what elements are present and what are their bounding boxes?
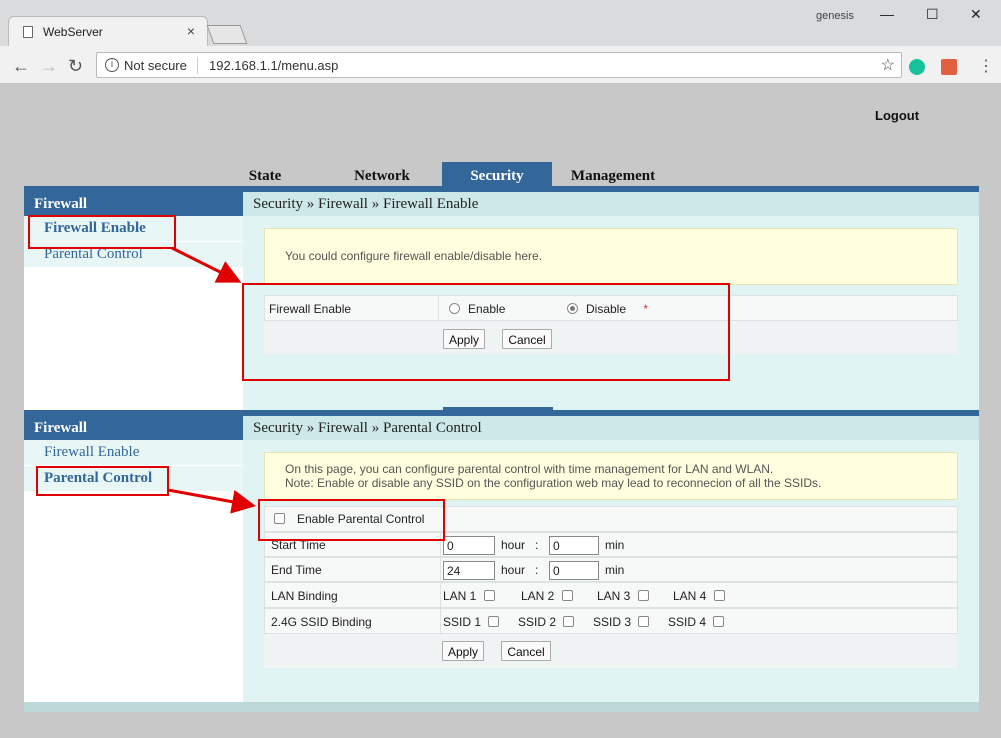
- maximize-icon[interactable]: ☐: [926, 6, 939, 23]
- lan-1-label: LAN 1: [443, 589, 477, 603]
- lan-1-checkbox[interactable]: [483, 590, 495, 601]
- minimize-icon[interactable]: —: [880, 6, 894, 22]
- info-icon[interactable]: i: [105, 58, 119, 72]
- url-text[interactable]: 192.168.1.1/menu.asp: [209, 58, 338, 73]
- breadcrumb: Security » Firewall » Parental Control: [243, 416, 979, 440]
- lan-3-option[interactable]: LAN 3: [597, 583, 649, 607]
- lan-2-label: LAN 2: [521, 589, 555, 603]
- end-colon: :: [535, 563, 539, 577]
- side-menu-title: Firewall: [24, 192, 243, 216]
- start-hour-input[interactable]: 0: [443, 536, 495, 555]
- annotation-box-enable-parental: [258, 499, 445, 541]
- start-min-unit: min: [605, 538, 625, 552]
- logout-link[interactable]: Logout: [875, 108, 919, 123]
- ssid-1-checkbox[interactable]: [488, 616, 500, 627]
- browser-toolbar: ← → ↻ i Not secure 192.168.1.1/menu.asp …: [0, 46, 1001, 84]
- note-text: You could configure firewall enable/disa…: [285, 249, 543, 263]
- lan-1-option[interactable]: LAN 1: [443, 583, 495, 607]
- ssid-3-option[interactable]: SSID 3: [593, 609, 650, 633]
- profile-name[interactable]: genesis: [816, 10, 854, 22]
- info-note: You could configure firewall enable/disa…: [264, 228, 958, 285]
- lan-3-checkbox[interactable]: [637, 590, 649, 601]
- lan-4-checkbox[interactable]: [713, 590, 725, 601]
- panel-bottom-bar: [24, 702, 979, 712]
- ssid-4-option[interactable]: SSID 4: [668, 609, 725, 633]
- ssid-1-option[interactable]: SSID 1: [443, 609, 500, 633]
- grammarly-icon[interactable]: [909, 59, 925, 75]
- button-row: [264, 634, 958, 668]
- tab-state[interactable]: State: [222, 162, 308, 188]
- document-icon: [23, 26, 33, 38]
- reload-icon[interactable]: ↻: [68, 56, 83, 77]
- address-bar[interactable]: i Not secure 192.168.1.1/menu.asp ☆: [96, 52, 902, 78]
- bookmark-star-icon[interactable]: ☆: [881, 55, 895, 75]
- lan-binding-row: LAN Binding LAN 1 LAN 2 LAN 3 LAN 4: [264, 582, 958, 608]
- browser-tab[interactable]: WebServer ×: [8, 16, 208, 46]
- start-colon: :: [535, 538, 539, 552]
- ssid-binding-row: 2.4G SSID Binding SSID 1 SSID 2 SSID 3 S…: [264, 608, 958, 634]
- lan-2-option[interactable]: LAN 2: [521, 583, 573, 607]
- lan-3-label: LAN 3: [597, 589, 631, 603]
- annotation-box-firewall-settings: [242, 283, 730, 381]
- lan-2-checkbox[interactable]: [561, 590, 573, 601]
- breadcrumb: Security » Firewall » Firewall Enable: [243, 192, 979, 216]
- close-tab-icon[interactable]: ×: [187, 23, 195, 39]
- divider: [197, 57, 198, 74]
- ssid-2-option[interactable]: SSID 2: [518, 609, 575, 633]
- note-line-1: On this page, you can configure parental…: [285, 462, 774, 476]
- forward-icon[interactable]: →: [40, 56, 58, 77]
- title-bar: WebServer × genesis — ☐ ✕: [0, 0, 1001, 46]
- lan-binding-label: LAN Binding: [271, 583, 441, 607]
- ssid-3-label: SSID 3: [593, 615, 632, 629]
- side-item-firewall-enable[interactable]: Firewall Enable: [24, 440, 243, 466]
- menu-icon[interactable]: ⋮: [978, 56, 994, 76]
- tab-title: WebServer: [43, 25, 103, 39]
- back-icon[interactable]: ←: [12, 56, 30, 77]
- ssid-2-label: SSID 2: [518, 615, 557, 629]
- end-min-unit: min: [605, 563, 625, 577]
- tab-network[interactable]: Network: [332, 162, 432, 188]
- end-min-input[interactable]: 0: [549, 561, 599, 580]
- note-label: Note:: [285, 476, 314, 490]
- end-hour-unit: hour: [501, 563, 526, 577]
- side-menu-title: Firewall: [24, 416, 243, 440]
- ssid-1-label: SSID 1: [443, 615, 482, 629]
- ssid-4-checkbox[interactable]: [713, 616, 725, 627]
- apply-button[interactable]: Apply: [442, 641, 484, 661]
- tab-security[interactable]: Security: [442, 162, 552, 188]
- lan-4-label: LAN 4: [673, 589, 707, 603]
- end-time-row: End Time 24 hour : 0 min: [264, 557, 958, 582]
- note-line-2: Enable or disable any SSID on the config…: [317, 476, 822, 490]
- close-window-icon[interactable]: ✕: [970, 6, 982, 23]
- start-min-input[interactable]: 0: [549, 536, 599, 555]
- browser-chrome: WebServer × genesis — ☐ ✕ ← → ↻ i Not se…: [0, 0, 1001, 84]
- side-menu: Firewall Firewall Enable Parental Contro…: [24, 416, 243, 702]
- ssid-4-label: SSID 4: [668, 615, 707, 629]
- end-hour-input[interactable]: 24: [443, 561, 495, 580]
- cancel-button[interactable]: Cancel: [501, 641, 551, 661]
- end-time-label: End Time: [271, 558, 441, 581]
- annotation-box-firewall-enable: [28, 215, 176, 249]
- ssid-2-checkbox[interactable]: [563, 616, 575, 627]
- start-hour-unit: hour: [501, 538, 526, 552]
- ssid-3-checkbox[interactable]: [638, 616, 650, 627]
- cast-icon[interactable]: [941, 59, 957, 75]
- tab-management[interactable]: Management: [562, 162, 664, 188]
- info-note: On this page, you can configure parental…: [264, 452, 958, 500]
- ssid-binding-label: 2.4G SSID Binding: [271, 609, 441, 633]
- new-tab-button[interactable]: [206, 25, 248, 44]
- parental-control-panel: Firewall Firewall Enable Parental Contro…: [24, 410, 979, 712]
- security-label: Not secure: [124, 58, 187, 73]
- annotation-box-parental-control: [36, 466, 169, 496]
- lan-4-option[interactable]: LAN 4: [673, 583, 725, 607]
